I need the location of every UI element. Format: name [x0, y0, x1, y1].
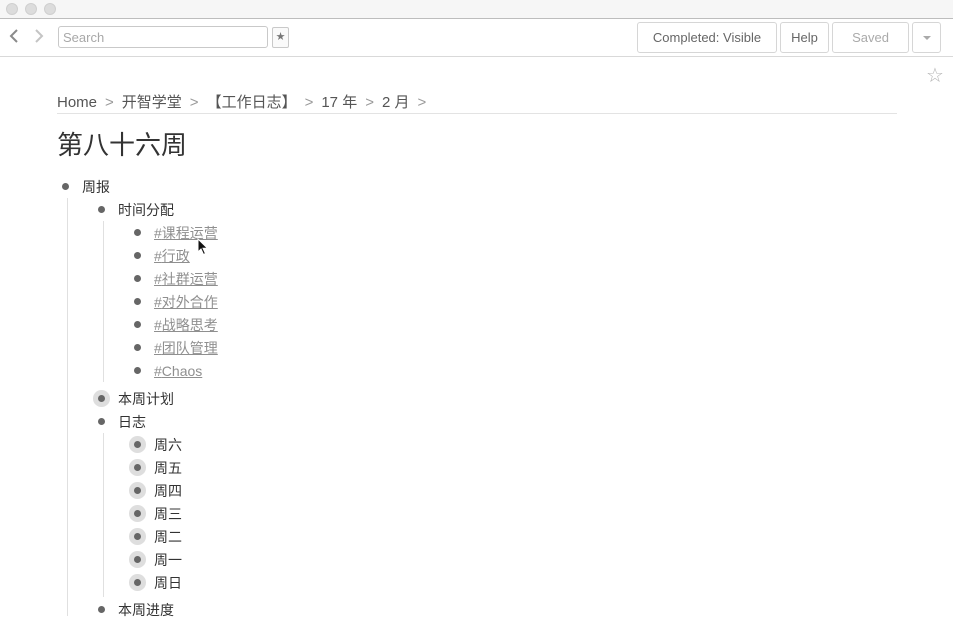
- bullet[interactable]: [98, 606, 105, 613]
- mouse-cursor-icon: [197, 238, 209, 256]
- star-outline-icon[interactable]: ☆: [926, 66, 944, 86]
- bullet[interactable]: [134, 367, 141, 374]
- bullet[interactable]: [134, 229, 141, 236]
- tag-link[interactable]: #对外合作: [154, 291, 218, 313]
- tag-prefix: #: [154, 340, 162, 356]
- tag-prefix: #: [154, 225, 162, 241]
- zoom-window-button[interactable]: [44, 3, 56, 15]
- outline-item-label[interactable]: 周日: [154, 572, 182, 594]
- completed-visibility-button[interactable]: Completed: Visible: [637, 22, 777, 53]
- bullet[interactable]: [62, 183, 69, 190]
- outline-item-label[interactable]: 本周进度: [118, 599, 174, 621]
- breadcrumb-item[interactable]: 开智学堂: [122, 94, 182, 111]
- outline-item-label[interactable]: 周四: [154, 480, 182, 502]
- outline-item-label[interactable]: 周二: [154, 526, 182, 548]
- tag-label: 团队管理: [161, 340, 218, 356]
- tag-prefix: #: [154, 248, 162, 264]
- collapsed-bullet[interactable]: [134, 510, 141, 517]
- tag-prefix: #: [154, 294, 162, 310]
- forward-button[interactable]: [31, 28, 47, 46]
- breadcrumb-item[interactable]: 17 年: [321, 94, 357, 111]
- breadcrumb-item-home[interactable]: Home: [57, 94, 97, 111]
- close-window-button[interactable]: [6, 3, 18, 15]
- saved-button[interactable]: Saved: [832, 22, 909, 53]
- toolbar: ★ Completed: Visible Help Saved: [0, 19, 953, 57]
- bullet[interactable]: [134, 275, 141, 282]
- bullet[interactable]: [134, 344, 141, 351]
- tag-link[interactable]: #战略思考: [154, 314, 218, 336]
- minimize-window-button[interactable]: [25, 3, 37, 15]
- outline-item-label[interactable]: 周五: [154, 457, 182, 479]
- collapsed-bullet[interactable]: [134, 441, 141, 448]
- collapsed-bullet[interactable]: [134, 464, 141, 471]
- outline-item-label[interactable]: 日志: [118, 411, 146, 433]
- back-button[interactable]: [6, 28, 22, 46]
- outline-item-label[interactable]: 本周计划: [118, 388, 174, 410]
- tag-label: Chaos: [161, 363, 203, 379]
- breadcrumb-separator: >: [304, 94, 314, 111]
- tag-label: 行政: [161, 248, 190, 264]
- breadcrumb-item[interactable]: 2 月: [382, 94, 410, 111]
- help-button[interactable]: Help: [780, 22, 829, 53]
- page-title[interactable]: 第八十六周: [57, 128, 187, 162]
- breadcrumb-separator: >: [417, 94, 427, 111]
- outline-guide-line: [67, 198, 68, 616]
- star-search-button[interactable]: ★: [272, 27, 289, 48]
- tag-prefix: #: [154, 363, 162, 379]
- tag-prefix: #: [154, 271, 162, 287]
- bullet[interactable]: [134, 321, 141, 328]
- collapsed-bullet[interactable]: [134, 487, 141, 494]
- outline-guide-line: [103, 221, 104, 382]
- outline-item-label[interactable]: 周六: [154, 434, 182, 456]
- search-input[interactable]: [58, 26, 268, 48]
- tag-link[interactable]: #Chaos: [154, 360, 202, 382]
- outline-item-label[interactable]: 周报: [82, 176, 110, 198]
- collapsed-bullet[interactable]: [98, 395, 105, 402]
- window-titlebar: [0, 0, 953, 19]
- tag-label: 社群运营: [161, 271, 218, 287]
- breadcrumb-separator: >: [365, 94, 374, 111]
- breadcrumb-separator: >: [189, 94, 199, 111]
- outline-item-label[interactable]: 时间分配: [118, 199, 174, 221]
- tag-link[interactable]: #团队管理: [154, 337, 218, 359]
- breadcrumb-divider: [57, 113, 897, 114]
- collapsed-bullet[interactable]: [134, 533, 141, 540]
- breadcrumb-separator: >: [105, 94, 114, 111]
- tag-label: 课程运营: [161, 225, 218, 241]
- collapsed-bullet[interactable]: [134, 556, 141, 563]
- bullet[interactable]: [98, 418, 105, 425]
- collapsed-bullet[interactable]: [134, 579, 141, 586]
- bullet[interactable]: [98, 206, 105, 213]
- breadcrumb: Home > 开智学堂 > 【工作日志】 >17 年 >2 月 >: [57, 91, 434, 111]
- bullet[interactable]: [134, 298, 141, 305]
- outline-item-label[interactable]: 周一: [154, 549, 182, 571]
- star-icon: ★: [275, 31, 286, 43]
- chevron-right-icon: [35, 29, 44, 43]
- tag-label: 战略思考: [161, 317, 218, 333]
- bullet[interactable]: [134, 252, 141, 259]
- breadcrumb-item[interactable]: 【工作日志】: [207, 94, 297, 111]
- chevron-down-icon: [922, 35, 931, 40]
- tag-link[interactable]: #行政: [154, 245, 190, 267]
- outline-guide-line: [103, 433, 104, 597]
- tag-link[interactable]: #社群运营: [154, 268, 218, 290]
- tag-label: 对外合作: [161, 294, 218, 310]
- settings-menu-button[interactable]: [912, 22, 941, 53]
- chevron-left-icon: [9, 29, 18, 43]
- outline-item-label[interactable]: 周三: [154, 503, 182, 525]
- tag-prefix: #: [154, 317, 162, 333]
